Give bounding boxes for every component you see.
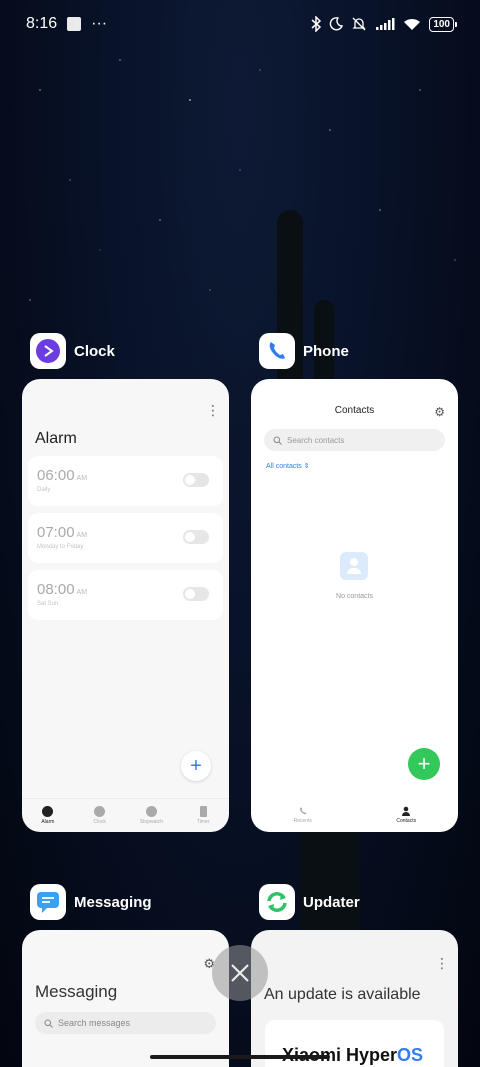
- phone-icon: [299, 807, 307, 815]
- phone-app-icon[interactable]: [259, 333, 295, 369]
- close-icon: [231, 964, 249, 982]
- battery-icon: 100: [429, 16, 457, 32]
- moon-icon: [330, 17, 344, 31]
- stopwatch-icon: [145, 806, 157, 817]
- alarm-ampm: AM: [76, 589, 88, 596]
- search-contacts-input[interactable]: Search contacts: [264, 429, 445, 451]
- update-title: An update is available: [264, 986, 421, 1003]
- signal-icon: [376, 18, 395, 30]
- alarm-item[interactable]: 08:00 AM Sat Sun: [28, 570, 223, 620]
- tab-label: Clock: [93, 819, 106, 825]
- bluetooth-icon: [311, 16, 322, 32]
- tab-contacts[interactable]: Contacts: [355, 798, 459, 832]
- app-header-updater[interactable]: Updater: [259, 884, 360, 920]
- clock-app-icon[interactable]: [30, 333, 66, 369]
- app-name-updater: Updater: [303, 893, 360, 911]
- updater-app-card[interactable]: ⋮ An update is available Xiaomi HyperOS: [251, 930, 458, 1067]
- contact-placeholder-icon: [340, 552, 368, 580]
- add-contact-button[interactable]: +: [408, 748, 440, 780]
- tab-label: Timer: [196, 819, 210, 825]
- app-name-phone: Phone: [303, 342, 349, 360]
- contacts-filter-label: All contacts: [266, 463, 302, 470]
- contacts-title: Contacts: [334, 405, 375, 416]
- gear-icon[interactable]: ⚙: [434, 405, 445, 419]
- status-time: 8:16: [26, 15, 58, 32]
- person-icon: [402, 806, 411, 816]
- search-messages-input[interactable]: Search messages: [35, 1012, 216, 1034]
- alarm-icon: [42, 806, 54, 817]
- app-header-messaging[interactable]: Messaging: [30, 884, 152, 920]
- notification-square-icon: [67, 17, 82, 31]
- search-icon: [44, 1019, 53, 1028]
- alarm-ampm: AM: [76, 532, 88, 539]
- alarm-repeat: Monday to Friday: [37, 544, 84, 550]
- clock-app-card[interactable]: ⋮ Alarm 06:00 AM Daily 07:00 AM Monday to …: [22, 379, 229, 832]
- messaging-app-card[interactable]: ⚙ Messaging Search messages: [22, 930, 229, 1067]
- alarm-time: 07:00: [37, 524, 75, 541]
- app-header-phone[interactable]: Phone: [259, 333, 349, 369]
- phone-app-card[interactable]: Contacts ⚙ Search contacts All contacts …: [251, 379, 458, 832]
- tab-label: Stopwatch: [139, 819, 164, 825]
- alarm-toggle[interactable]: [183, 473, 209, 487]
- alarm-repeat: Daily: [37, 487, 51, 493]
- search-icon: [273, 436, 282, 445]
- phone-tabbar: Recents Contacts: [251, 798, 458, 832]
- alarm-item[interactable]: 07:00 AM Monday to Friday: [28, 513, 223, 563]
- contacts-filter-dropdown[interactable]: All contacts ⇕: [266, 462, 310, 470]
- alarm-time: 08:00: [37, 581, 75, 598]
- clock-icon: [94, 806, 106, 817]
- more-options-icon[interactable]: ⋮: [435, 955, 449, 972]
- tab-label: Alarm: [41, 819, 55, 825]
- messaging-title: Messaging: [35, 982, 118, 1001]
- alarm-toggle[interactable]: [183, 587, 209, 601]
- hourglass-icon: [199, 806, 207, 817]
- app-name-clock: Clock: [74, 342, 115, 360]
- tab-alarm[interactable]: Alarm: [22, 799, 74, 832]
- tab-clock[interactable]: Clock: [74, 799, 126, 832]
- app-name-messaging: Messaging: [74, 893, 152, 911]
- bell-muted-icon: [352, 17, 366, 31]
- clock-tabbar: Alarm Clock Stopwatch Timer: [22, 798, 229, 832]
- clear-all-button[interactable]: [212, 945, 268, 1001]
- empty-state-text: No contacts: [336, 593, 373, 600]
- tab-label: Recents: [293, 818, 312, 824]
- tab-stopwatch[interactable]: Stopwatch: [126, 799, 178, 832]
- messaging-app-icon[interactable]: [30, 884, 66, 920]
- alarm-ampm: AM: [76, 475, 88, 482]
- search-placeholder: Search contacts: [287, 435, 345, 445]
- chevron-updown-icon: ⇕: [303, 463, 310, 470]
- update-banner: Xiaomi HyperOS: [265, 1020, 444, 1067]
- home-indicator[interactable]: [150, 1055, 330, 1059]
- more-options-icon[interactable]: ⋮: [206, 402, 220, 419]
- more-notifications-icon: ···: [91, 15, 108, 32]
- updater-app-icon[interactable]: [259, 884, 295, 920]
- status-bar: 8:16 ··· 100: [0, 0, 480, 48]
- tab-label: Contacts: [396, 818, 417, 824]
- tab-timer[interactable]: Timer: [177, 799, 229, 832]
- alarm-repeat: Sat Sun: [37, 601, 59, 607]
- alarm-time: 06:00: [37, 467, 75, 484]
- alarm-item[interactable]: 06:00 AM Daily: [28, 456, 223, 506]
- app-header-clock[interactable]: Clock: [30, 333, 115, 369]
- add-alarm-button[interactable]: +: [181, 751, 211, 781]
- alarm-title: Alarm: [35, 430, 77, 447]
- alarm-toggle[interactable]: [183, 530, 209, 544]
- search-placeholder: Search messages: [58, 1018, 131, 1028]
- tab-recents[interactable]: Recents: [251, 798, 355, 832]
- wifi-icon: [404, 18, 421, 30]
